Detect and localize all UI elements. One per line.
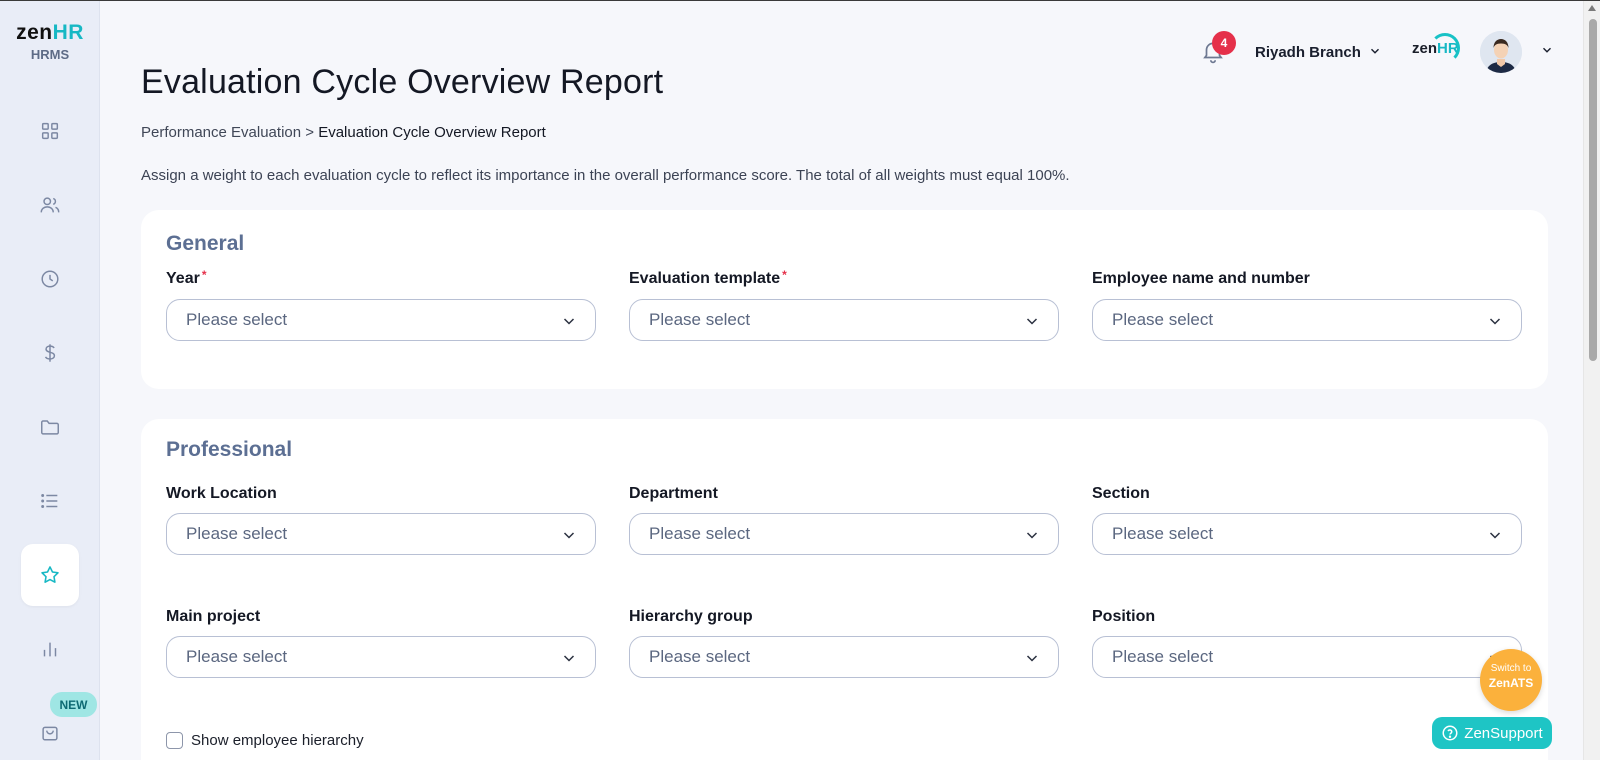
section-label: Section [1092,485,1150,502]
department-label: Department [629,485,718,502]
nav-documents[interactable] [21,396,79,458]
users-icon [40,197,60,213]
logo-subtitle: HRMS [30,47,70,62]
chevron-down-icon [1026,655,1038,662]
avatar[interactable] [1480,31,1522,73]
chevron-down-icon[interactable] [1368,44,1382,58]
nav-payroll[interactable] [21,322,79,384]
evaluation-template-select[interactable]: Please select [629,299,1059,341]
employee-name-number-label: Employee name and number [1092,270,1310,287]
chevron-down-icon [1026,318,1038,325]
hierarchy-group-select[interactable]: Please select [629,636,1059,678]
page-description: Assign a weight to each evaluation cycle… [141,167,1070,184]
main-project-select[interactable]: Please select [166,636,596,678]
show-employee-hierarchy-checkbox[interactable] [166,732,183,749]
breadcrumb-parent-link[interactable]: Performance Evaluation [141,124,301,141]
page-title: Evaluation Cycle Overview Report [141,63,664,101]
show-employee-hierarchy-row[interactable]: Show employee hierarchy [166,732,364,749]
required-marker: * [782,268,787,282]
chevron-down-icon [1489,318,1501,325]
required-marker: * [201,268,207,282]
chevron-down-icon[interactable] [1540,43,1554,57]
dashboard-icon [41,122,59,140]
help-circle-icon [1442,725,1458,741]
department-select[interactable]: Please select [629,513,1059,555]
chevron-down-icon [1026,532,1038,539]
dollar-icon [44,344,56,362]
general-section-title: General [166,232,245,255]
chevron-down-icon [563,655,575,662]
user-avatar-icon [1480,31,1522,73]
hierarchy-group-label: Hierarchy group [629,608,753,625]
shopping-bag-icon [42,726,58,741]
chevron-down-icon [1489,532,1501,539]
page-scrollbar[interactable] [1583,1,1600,760]
top-header: 4 Riyadh Branch zenHR [1100,23,1600,83]
work-location-select[interactable]: Please select [166,513,596,555]
zensupport-button[interactable]: ZenSupport [1432,717,1552,749]
nav-performance[interactable] [21,544,79,606]
sidebar: zenHR HRMS NEW [0,1,100,760]
professional-section-title: Professional [166,438,293,461]
professional-card: Professional Work Location Please select… [141,419,1548,760]
nav-employees[interactable] [21,174,79,236]
nav-dashboard[interactable] [21,100,79,162]
section-select[interactable]: Please select [1092,513,1522,555]
bar-chart-icon [43,642,57,657]
general-card: General Year * Please select Evaluation t… [141,210,1548,389]
evaluation-template-label: Evaluation template * [629,268,787,287]
nav-reports[interactable] [21,618,79,680]
nav-store[interactable] [21,701,79,760]
employee-name-number-select[interactable]: Please select [1092,299,1522,341]
nav-requests[interactable] [21,470,79,532]
list-icon [41,494,58,508]
breadcrumb: Performance Evaluation > Evaluation Cycl… [141,124,546,141]
main-project-label: Main project [166,608,261,625]
nav-attendance[interactable] [21,248,79,310]
position-select[interactable]: Please select [1092,636,1522,678]
breadcrumb-separator: > [305,124,315,141]
scrollbar-thumb[interactable] [1589,19,1597,361]
notification-count-badge: 4 [1212,31,1236,55]
show-employee-hierarchy-label[interactable]: Show employee hierarchy [191,732,364,749]
clock-icon [41,270,59,288]
position-label: Position [1092,608,1156,625]
folder-icon [41,420,59,435]
branch-selector[interactable]: Riyadh Branch [1255,44,1361,61]
breadcrumb-current: Evaluation Cycle Overview Report [318,124,546,141]
year-select[interactable]: Please select [166,299,596,341]
chevron-down-icon [563,318,575,325]
chevron-down-icon [563,532,575,539]
zenhr-logo[interactable]: zenHR HRMS [0,21,100,62]
star-icon [41,566,59,583]
switch-to-zenats-button[interactable]: Switch to ZenATS [1480,649,1542,711]
scroll-up-arrow-icon[interactable] [1588,5,1596,11]
work-location-label: Work Location [166,485,277,502]
logo-ring-icon [1430,33,1460,63]
year-label: Year * [166,268,207,287]
